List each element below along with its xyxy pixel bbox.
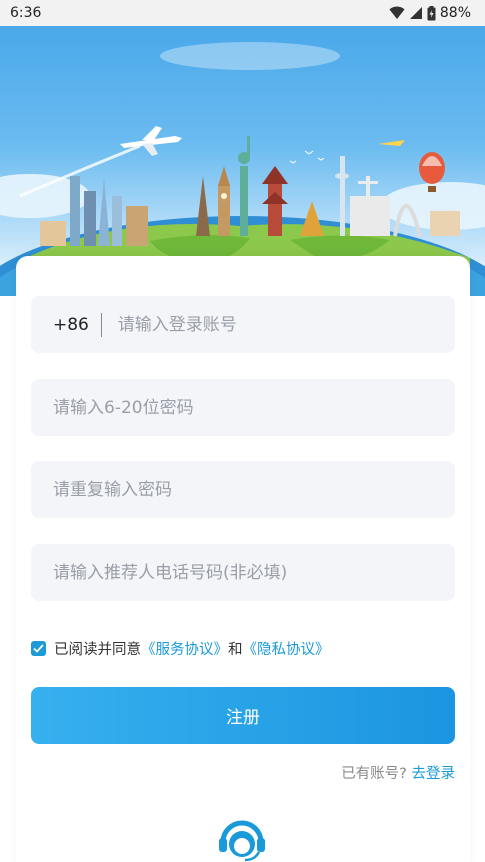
- country-code[interactable]: +86: [53, 315, 101, 335]
- password-input[interactable]: [53, 397, 433, 418]
- signal-icon: [409, 7, 422, 19]
- referrer-field[interactable]: [31, 544, 455, 601]
- battery-percent: 88%: [439, 5, 471, 21]
- check-icon: [33, 643, 44, 653]
- agreement-prefix: 已阅读并同意: [54, 641, 141, 658]
- account-input[interactable]: [117, 314, 433, 335]
- login-prompt-text: 已有账号?: [341, 766, 407, 782]
- service-agreement-link[interactable]: 《服务协议》: [141, 638, 228, 659]
- account-field[interactable]: +86: [31, 296, 455, 353]
- status-time: 6:36: [10, 5, 42, 21]
- privacy-agreement-link[interactable]: 《隐私协议》: [243, 638, 330, 659]
- referrer-input[interactable]: [53, 562, 433, 583]
- headset-agent-icon: [219, 820, 265, 862]
- country-code-divider: [100, 312, 102, 337]
- go-login-link[interactable]: 去登录: [412, 766, 456, 782]
- login-prompt: 已有账号? 去登录: [341, 762, 455, 783]
- status-icons: 88%: [389, 5, 471, 21]
- agreement-and: 和: [228, 641, 243, 658]
- battery-icon: [427, 5, 436, 20]
- status-bar: 6:36 88%: [0, 0, 485, 26]
- password-field[interactable]: [31, 379, 455, 436]
- agreement-row: 已阅读并同意 《服务协议》 和 《隐私协议》: [31, 637, 330, 659]
- agreement-checkbox[interactable]: [31, 640, 46, 656]
- customer-service-button[interactable]: [215, 812, 269, 862]
- confirm-password-input[interactable]: [53, 479, 433, 500]
- confirm-password-field[interactable]: [31, 461, 455, 518]
- wifi-icon: [389, 6, 405, 19]
- register-button[interactable]: 注册: [31, 687, 455, 744]
